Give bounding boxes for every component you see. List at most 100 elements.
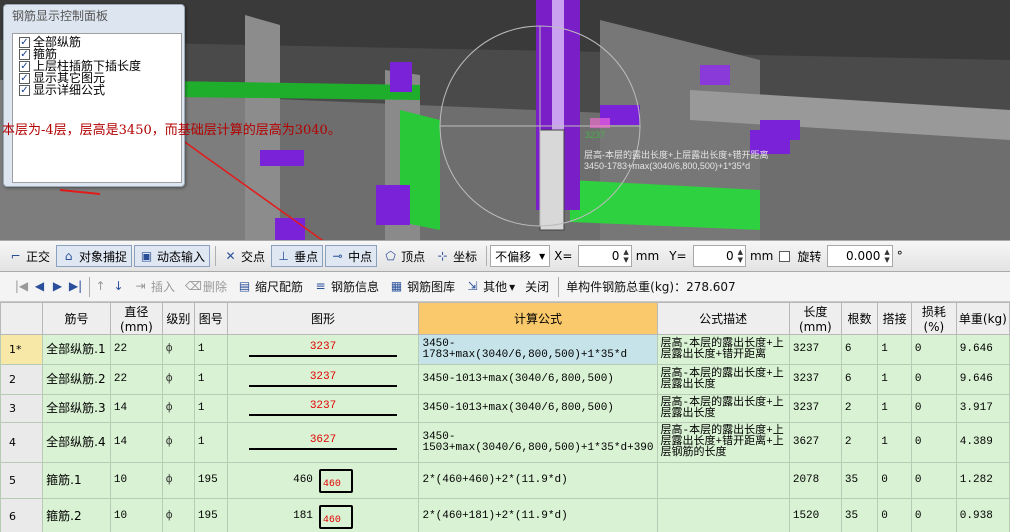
cell-loss[interactable]: 0	[910, 498, 957, 532]
cell-diameter[interactable]: 10	[109, 498, 163, 532]
rotate-input[interactable]: 0.000 ▲ ▼	[827, 245, 893, 267]
cell-figure-no[interactable]: 1	[193, 394, 228, 423]
cell-count[interactable]: 6	[840, 364, 879, 395]
table-row[interactable]: 5 箍筋.1 10 ф 195 460 460 2*(460+460)+2*(11…	[0, 462, 1010, 499]
next-record-icon[interactable]: ▶	[50, 279, 65, 294]
cell-bar-no[interactable]: 箍筋.2	[42, 498, 111, 532]
ortho-button[interactable]: ⌐ 正交	[4, 245, 54, 267]
option-show-detailed-formula[interactable]: ✓ 显示详细公式	[19, 84, 181, 96]
cell-diameter[interactable]: 14	[109, 394, 163, 423]
cell-bar-no[interactable]: 全部纵筋.3	[42, 394, 111, 423]
row-index[interactable]: 3	[0, 394, 44, 423]
cell-formula-desc[interactable]: 层高-本层的露出长度+上层露出长度+错开距离	[656, 334, 790, 365]
checkbox-icon[interactable]: ✓	[19, 48, 30, 60]
cell-formula[interactable]: 3450-1503+max(3040/6,800,500)+1*35*d+390	[418, 422, 658, 463]
delete-button[interactable]: ⌫ 删除	[181, 276, 231, 298]
table-row[interactable]: 6 箍筋.2 10 ф 195 181 460 2*(460+181)+2*(11…	[0, 498, 1010, 532]
cell-shape[interactable]: 181 460	[226, 498, 420, 532]
cell-formula-desc[interactable]: 层高-本层的露出长度+上层露出长度	[656, 364, 790, 395]
cell-figure-no[interactable]: 1	[193, 334, 228, 365]
last-record-icon[interactable]: ▶|	[68, 279, 83, 294]
cell-formula[interactable]: 2*(460+460)+2*(11.9*d)	[418, 462, 658, 499]
col-header-shape[interactable]: 图形	[226, 302, 420, 335]
cell-shape[interactable]: 3237	[226, 334, 420, 365]
y-input[interactable]: 0 ▲ ▼	[692, 245, 746, 267]
cell-shape[interactable]: 3627	[226, 422, 420, 463]
row-index[interactable]: 5	[0, 462, 44, 499]
cell-loss[interactable]: 0	[910, 394, 957, 423]
cell-grade[interactable]: ф	[161, 334, 195, 365]
cell-unit-weight[interactable]: 3.917	[955, 394, 1010, 423]
cell-formula-desc[interactable]	[656, 498, 790, 532]
row-index[interactable]: 1*	[0, 334, 44, 365]
spin-arrows-icon[interactable]: ▲ ▼	[884, 248, 889, 264]
prev-record-icon[interactable]: ◀	[32, 279, 47, 294]
cell-shape[interactable]: 460 460	[226, 462, 420, 499]
3d-viewport[interactable]: 3237 层高-本层的露出长度+上层露出长度+错开距离 3450-1783+ma…	[0, 0, 1010, 240]
cell-length[interactable]: 3627	[788, 422, 842, 463]
cell-count[interactable]: 35	[840, 462, 879, 499]
rotate-checkbox[interactable]	[779, 250, 793, 262]
row-index[interactable]: 4	[0, 422, 44, 463]
cell-bar-no[interactable]: 全部纵筋.4	[42, 422, 111, 463]
cell-unit-weight[interactable]: 1.282	[955, 462, 1010, 499]
cell-grade[interactable]: ф	[161, 422, 195, 463]
rebar-library-button[interactable]: ▦ 钢筋图库	[385, 276, 459, 298]
col-header-lap[interactable]: 搭接	[877, 302, 912, 335]
cell-bar-no[interactable]: 箍筋.1	[42, 462, 111, 499]
cell-lap[interactable]: 1	[877, 394, 912, 423]
cell-formula-desc[interactable]	[656, 462, 790, 499]
cell-lap[interactable]: 0	[877, 462, 912, 499]
col-header-length[interactable]: 长度(mm)	[788, 302, 842, 335]
cell-formula[interactable]: 3450-1013+max(3040/6,800,500)	[418, 394, 658, 423]
x-input[interactable]: 0 ▲ ▼	[578, 245, 632, 267]
col-header-count[interactable]: 根数	[840, 302, 879, 335]
cell-bar-no[interactable]: 全部纵筋.2	[42, 364, 111, 395]
coordinate-button[interactable]: ⊹ 坐标	[431, 245, 481, 267]
cell-length[interactable]: 3237	[788, 394, 842, 423]
cell-count[interactable]: 6	[840, 334, 879, 365]
table-row[interactable]: 2 全部纵筋.2 22 ф 1 3237 3450-1013+max(3040/…	[0, 364, 1010, 395]
col-header-diameter[interactable]: 直径(mm)	[109, 302, 163, 335]
cell-shape[interactable]: 3237	[226, 364, 420, 395]
cell-diameter[interactable]: 14	[109, 422, 163, 463]
cell-bar-no[interactable]: 全部纵筋.1	[42, 334, 111, 365]
cell-formula-desc[interactable]: 层高-本层的露出长度+上层露出长度	[656, 394, 790, 423]
cell-unit-weight[interactable]: 9.646	[955, 364, 1010, 395]
col-header-grade[interactable]: 级别	[161, 302, 195, 335]
col-header-unit-weight[interactable]: 单重(kg)	[955, 302, 1010, 335]
cell-lap[interactable]: 1	[877, 364, 912, 395]
cell-shape[interactable]: 3237	[226, 394, 420, 423]
col-header-loss[interactable]: 损耗(%)	[910, 302, 957, 335]
cell-length[interactable]: 1520	[788, 498, 842, 532]
cell-figure-no[interactable]: 1	[193, 364, 228, 395]
table-row[interactable]: 3 全部纵筋.3 14 ф 1 3237 3450-1013+max(3040/…	[0, 394, 1010, 423]
col-header-formula[interactable]: 计算公式	[418, 302, 658, 335]
cell-length[interactable]: 2078	[788, 462, 842, 499]
checkbox-icon[interactable]: ✓	[19, 60, 30, 72]
cell-lap[interactable]: 1	[877, 334, 912, 365]
insert-button[interactable]: ⇥ 插入	[129, 276, 179, 298]
checkbox-icon[interactable]: ✓	[19, 84, 30, 96]
cell-formula[interactable]: 3450-1013+max(3040/6,800,500)	[418, 364, 658, 395]
cell-loss[interactable]: 0	[910, 334, 957, 365]
cell-count[interactable]: 2	[840, 422, 879, 463]
row-index[interactable]: 2	[0, 364, 44, 395]
perpendicular-snap-button[interactable]: ⊥ 垂点	[271, 245, 324, 267]
cell-formula-desc[interactable]: 层高-本层的露出长度+上层露出长度+错开距离+上层钢筋的长度	[656, 422, 790, 463]
dynamic-input-button[interactable]: ▣ 动态输入	[134, 245, 211, 267]
cell-length[interactable]: 3237	[788, 364, 842, 395]
cell-unit-weight[interactable]: 0.938	[955, 498, 1010, 532]
row-index[interactable]: 6	[0, 498, 44, 532]
checkbox-icon[interactable]: ✓	[19, 36, 30, 48]
table-row[interactable]: 1* 全部纵筋.1 22 ф 1 3237 3450-1783+max(3040…	[0, 334, 1010, 365]
spin-arrows-icon[interactable]: ▲ ▼	[623, 248, 628, 264]
spin-arrows-icon[interactable]: ▲ ▼	[738, 248, 743, 264]
object-snap-button[interactable]: ⌂ 对象捕捉	[56, 245, 133, 267]
cell-count[interactable]: 35	[840, 498, 879, 532]
cell-grade[interactable]: ф	[161, 394, 195, 423]
scale-rebar-button[interactable]: ▤ 缩尺配筋	[233, 276, 307, 298]
vertex-snap-button[interactable]: ⬠ 顶点	[379, 245, 429, 267]
cell-diameter[interactable]: 22	[109, 334, 163, 365]
cell-grade[interactable]: ф	[161, 498, 195, 532]
